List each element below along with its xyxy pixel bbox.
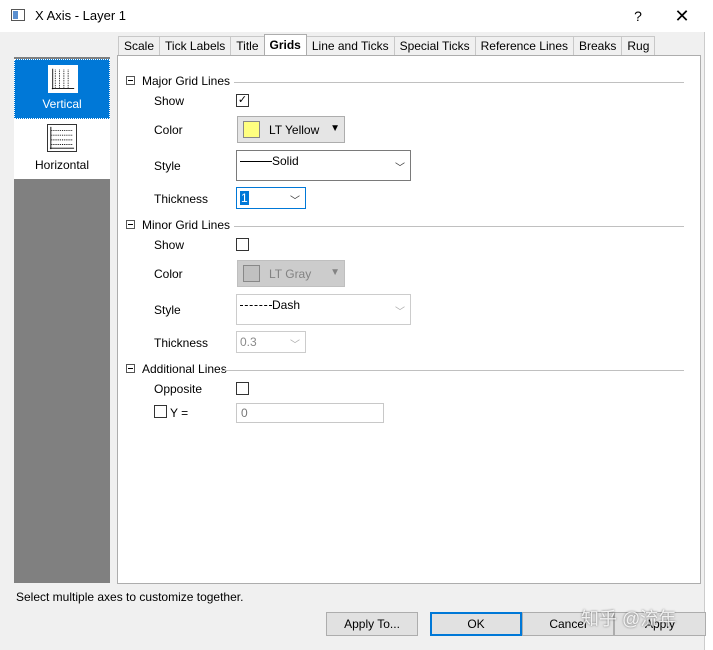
- tab-scale[interactable]: Scale: [118, 36, 161, 55]
- ok-button[interactable]: OK: [430, 612, 522, 636]
- color-value: LT Gray: [269, 267, 312, 281]
- chevron-down-icon: ﹀: [395, 307, 405, 318]
- title-bar: X Axis - Layer 1 ? ✕: [0, 0, 713, 32]
- major-thickness-combo[interactable]: 1 ﹀: [236, 187, 306, 209]
- section-title: Minor Grid Lines: [142, 218, 231, 232]
- section-title: Major Grid Lines: [142, 74, 231, 88]
- section-divider: [234, 82, 684, 83]
- major-color-dropdown[interactable]: LT Yellow ▼: [237, 116, 345, 143]
- minor-show-checkbox[interactable]: [236, 238, 249, 251]
- opposite-label: Opposite: [154, 382, 203, 396]
- minor-color-label: Color: [154, 267, 183, 281]
- chevron-down-icon: ﹀: [290, 340, 300, 351]
- tab-title[interactable]: Title: [230, 36, 265, 55]
- horizontal-grid-icon: [47, 124, 77, 152]
- window-icon: [11, 9, 25, 21]
- background-window-edge: [704, 32, 713, 650]
- section-title: Additional Lines: [142, 362, 227, 376]
- axis-list: Vertical Horizontal: [14, 57, 110, 583]
- vertical-grid-icon: [48, 65, 78, 93]
- collapse-toggle-icon[interactable]: [126, 364, 135, 373]
- sidebar-item-label: Vertical: [42, 97, 82, 111]
- sidebar-item-horizontal[interactable]: Horizontal: [14, 119, 110, 179]
- chevron-down-icon: ▼: [330, 267, 340, 278]
- major-color-label: Color: [154, 123, 183, 137]
- apply-to-button[interactable]: Apply To...: [326, 612, 418, 636]
- tab-tick-labels[interactable]: Tick Labels: [159, 36, 232, 55]
- help-button[interactable]: ?: [628, 6, 648, 26]
- y-value-input[interactable]: 0: [236, 403, 384, 423]
- color-swatch: [243, 121, 260, 138]
- minor-style-label: Style: [154, 303, 181, 317]
- opposite-checkbox[interactable]: [236, 382, 249, 395]
- tab-grids[interactable]: Grids: [263, 34, 307, 55]
- major-show-label: Show: [154, 94, 185, 108]
- tab-line-and-ticks[interactable]: Line and Ticks: [305, 36, 395, 55]
- y-line-label: Y =: [170, 406, 189, 420]
- minor-thickness-label: Thickness: [154, 336, 209, 350]
- section-divider: [234, 226, 684, 227]
- thickness-value: 0.3: [240, 335, 257, 349]
- major-show-checkbox[interactable]: ✓: [236, 94, 249, 107]
- major-style-label: Style: [154, 159, 181, 173]
- tab-breaks[interactable]: Breaks: [573, 36, 623, 55]
- sidebar-item-label: Horizontal: [34, 158, 90, 172]
- chevron-down-icon: ▼: [330, 123, 340, 134]
- window-title: X Axis - Layer 1: [35, 8, 127, 23]
- color-swatch: [243, 265, 260, 282]
- status-text: Select multiple axes to customize togeth…: [16, 590, 244, 604]
- watermark: 知乎 @流年: [581, 609, 677, 629]
- grids-panel: Major Grid Lines Show ✓ Color LT Yellow …: [117, 55, 701, 584]
- thickness-value: 1: [240, 191, 249, 205]
- chevron-down-icon: ﹀: [290, 196, 300, 207]
- collapse-toggle-icon[interactable]: [126, 220, 135, 229]
- style-value: Solid: [272, 154, 299, 168]
- major-thickness-label: Thickness: [154, 192, 209, 206]
- minor-show-label: Show: [154, 238, 185, 252]
- y-line-checkbox[interactable]: [154, 405, 167, 418]
- collapse-toggle-icon[interactable]: [126, 76, 135, 85]
- tab-rug[interactable]: Rug: [621, 36, 656, 55]
- major-style-dropdown[interactable]: Solid ﹀: [236, 150, 411, 181]
- sidebar-item-vertical[interactable]: Vertical: [14, 59, 110, 119]
- minor-style-dropdown[interactable]: Dash ﹀: [236, 294, 411, 325]
- style-value: Dash: [272, 298, 301, 312]
- dash-line-sample-icon: [240, 305, 272, 306]
- chevron-down-icon: ﹀: [395, 163, 405, 174]
- solid-line-sample-icon: [240, 161, 272, 162]
- tab-reference-lines[interactable]: Reference Lines: [474, 36, 574, 55]
- tab-special-ticks[interactable]: Special Ticks: [393, 36, 476, 55]
- minor-color-dropdown[interactable]: LT Gray ▼: [237, 260, 345, 287]
- color-value: LT Yellow: [269, 123, 320, 137]
- section-divider: [222, 370, 684, 371]
- close-button[interactable]: ✕: [668, 4, 696, 28]
- minor-thickness-combo[interactable]: 0.3 ﹀: [236, 331, 306, 353]
- tab-bar: Scale Tick Labels Title Grids Line and T…: [118, 34, 656, 56]
